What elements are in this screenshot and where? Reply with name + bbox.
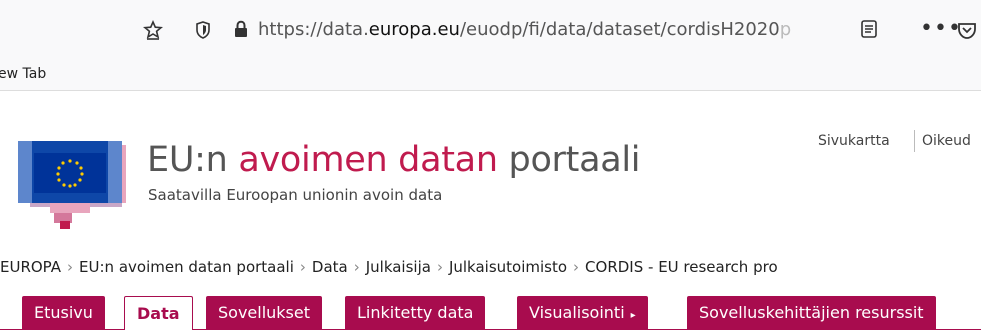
tab-sovellukset[interactable]: Sovellukset [206,296,323,330]
title-prefix: EU:n [147,140,239,180]
url-path: /euodp/fi/data/dataset/cordisH2020 [459,19,780,40]
more-menu-button[interactable]: ••• [920,16,962,41]
site-subtitle: Saatavilla Euroopan unionin avoin data [148,186,443,204]
sitemap-link[interactable]: Sivukartta [818,133,890,149]
breadcrumb-separator: › [436,258,443,276]
tab-sovelluskehittajien-resurssit[interactable]: Sovelluskehittäjien resurssit [687,296,936,330]
breadcrumb-publications-office[interactable]: Julkaisutoimisto [449,258,567,276]
breadcrumb-portal[interactable]: EU:n avoimen datan portaali [79,258,294,276]
title-suffix: portaali [497,140,641,180]
breadcrumb-separator: › [67,258,74,276]
breadcrumb: EUROPA › EU:n avoimen datan portaali › Data ›… [0,258,778,276]
lock-icon[interactable] [233,20,249,38]
reader-view-icon[interactable] [860,19,878,39]
tab-etusivu[interactable]: Etusivu [22,296,105,330]
breadcrumb-separator: › [353,258,360,276]
tab-data[interactable]: Data [124,296,193,330]
dropdown-arrow-icon: ▸ [630,310,636,321]
bookmark-new-tab[interactable]: ew Tab [0,66,46,82]
star-icon[interactable] [143,20,163,40]
legal-notice-link[interactable]: Oikeud [922,133,971,149]
tab-visualisointi[interactable]: Visualisointi ▸ [517,296,648,330]
breadcrumb-separator: › [573,258,580,276]
tab-visualisointi-label: Visualisointi [529,303,625,322]
title-accent: avoimen datan [238,140,498,180]
site-title[interactable]: EU:n avoimen datan portaali [147,140,641,180]
url-domain: europa.eu [368,19,460,40]
breadcrumb-current: CORDIS - EU research pro [585,258,778,276]
breadcrumb-europa[interactable]: EUROPA [0,258,61,276]
pocket-icon[interactable] [957,20,977,40]
url-fade: p [779,19,792,40]
utility-divider [914,130,915,152]
breadcrumb-publisher[interactable]: Julkaisija [366,258,431,276]
bookmarks-toolbar [0,56,981,91]
breadcrumb-separator: › [299,258,306,276]
shield-icon[interactable] [195,21,211,39]
url-text[interactable]: https://data.europa.eu/euodp/fi/data/dat… [258,19,808,40]
breadcrumb-data[interactable]: Data [312,258,348,276]
eu-open-data-logo[interactable] [16,139,128,231]
tab-linkitetty-data[interactable]: Linkitetty data [345,296,486,330]
url-prefix: https://data. [258,19,369,40]
